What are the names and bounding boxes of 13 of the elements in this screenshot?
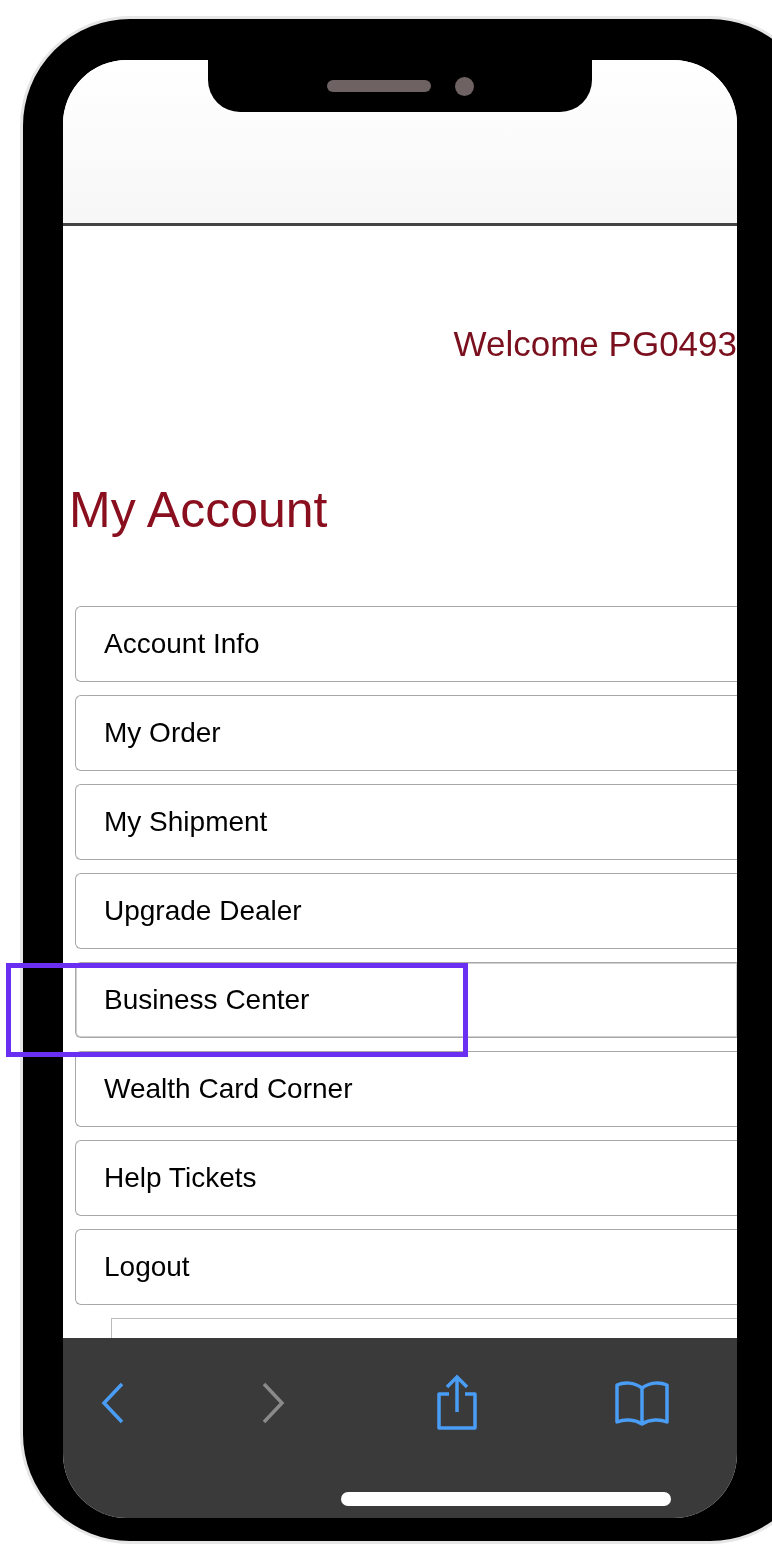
menu-item[interactable]: Upgrade Dealer xyxy=(75,873,737,949)
welcome-text: Welcome PG0493 xyxy=(453,324,737,365)
page-title: My Account xyxy=(69,482,328,538)
menu-item[interactable]: Wealth Card Corner xyxy=(75,1051,737,1127)
camera-icon xyxy=(454,76,474,96)
menu-item[interactable]: Logout xyxy=(75,1229,737,1305)
menu-item[interactable]: Account Info xyxy=(75,606,737,682)
menu-item[interactable]: My Order xyxy=(75,695,737,771)
menu-item[interactable]: Business Center xyxy=(75,962,737,1038)
bookmarks-button[interactable] xyxy=(612,1378,671,1428)
menu-item[interactable]: Help Tickets xyxy=(75,1140,737,1216)
speaker-icon xyxy=(326,80,431,92)
menu-item[interactable]: My Shipment xyxy=(75,784,737,860)
